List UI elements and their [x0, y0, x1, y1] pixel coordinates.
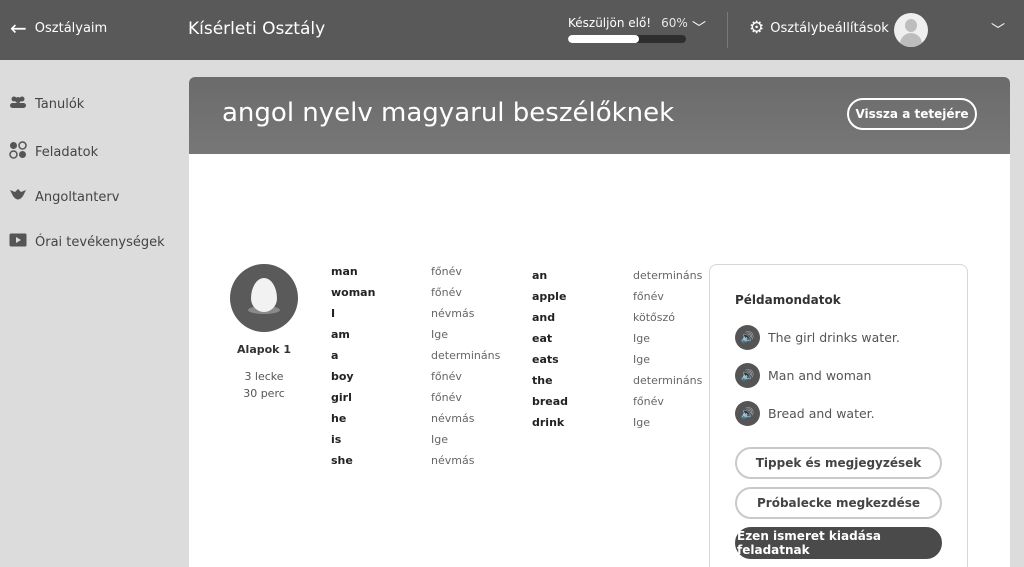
- back-to-top-button[interactable]: Vissza a tetejére: [847, 98, 977, 130]
- chevron-down-icon[interactable]: ﹀: [692, 18, 706, 38]
- part-of-speech: kötőszó: [633, 311, 675, 324]
- progress-indicator[interactable]: Készüljön elő! 60%: [568, 16, 708, 43]
- avatar-head: [905, 19, 917, 32]
- word-list-2: an apple and eat eats the bread drink: [532, 265, 568, 433]
- part-of-speech: Ige: [431, 328, 448, 341]
- example-sentence: 🔊 Man and woman: [735, 363, 871, 388]
- class-settings-button[interactable]: ⚙ Osztálybeállítások: [749, 18, 889, 38]
- top-bar: ← Osztályaim Kísérleti Osztály Készüljön…: [0, 0, 1024, 60]
- skill-card: angol nyelv magyarul beszélőknek Vissza …: [189, 77, 1010, 567]
- word: woman: [331, 286, 376, 299]
- word: he: [331, 412, 347, 425]
- part-of-speech: Ige: [633, 416, 650, 429]
- assign-skill-button[interactable]: Ezen ismeret kiadása feladatnak: [735, 527, 942, 559]
- word: and: [532, 311, 556, 324]
- word: she: [331, 454, 353, 467]
- pos-list-2: determináns főnév kötőszó Ige Ige determ…: [633, 265, 702, 433]
- class-name[interactable]: Kísérleti Osztály: [188, 19, 325, 39]
- word: eats: [532, 353, 559, 366]
- avatar[interactable]: [894, 13, 928, 47]
- word: girl: [331, 391, 352, 404]
- word: apple: [532, 290, 567, 303]
- card-header: angol nyelv magyarul beszélőknek Vissza …: [189, 77, 1010, 154]
- word: eat: [532, 332, 553, 345]
- part-of-speech: determináns: [633, 374, 703, 387]
- progress-bar: [568, 35, 686, 43]
- progress-label: Készüljön elő!: [568, 16, 652, 30]
- sidebar-item-curriculum[interactable]: Angoltanterv: [9, 187, 119, 207]
- word-list-1: man woman I am a boy girl he is she: [331, 261, 375, 471]
- word: am: [331, 328, 350, 341]
- part-of-speech: főnév: [633, 290, 664, 303]
- part-of-speech: névmás: [431, 454, 475, 467]
- word: is: [331, 433, 342, 446]
- part-of-speech: névmás: [431, 307, 475, 320]
- sidebar-item-tasks[interactable]: Feladatok: [9, 141, 98, 163]
- part-of-speech: főnév: [431, 265, 462, 278]
- curriculum-icon: [9, 187, 27, 207]
- skill-icon[interactable]: [230, 264, 298, 332]
- pos-list-1: főnév főnév névmás Ige determináns főnév…: [431, 261, 500, 471]
- word: a: [331, 349, 339, 362]
- skill-meta: 3 lecke 30 perc: [219, 368, 309, 402]
- part-of-speech: főnév: [431, 391, 462, 404]
- tasks-icon: [9, 141, 27, 163]
- lesson-count: 3 lecke: [244, 370, 284, 383]
- word: bread: [532, 395, 569, 408]
- part-of-speech: Ige: [633, 332, 650, 345]
- speaker-icon[interactable]: 🔊: [735, 363, 760, 388]
- sidebar-item-students[interactable]: Tanulók: [9, 95, 84, 113]
- speaker-icon[interactable]: 🔊: [735, 325, 760, 350]
- sidebar-item-label: Feladatok: [35, 144, 99, 160]
- arrow-left-icon: ←: [10, 16, 27, 40]
- settings-label: Osztálybeállítások: [770, 20, 889, 36]
- word: an: [532, 269, 548, 282]
- part-of-speech: főnév: [633, 395, 664, 408]
- example-sentences-panel: Példamondatok 🔊 The girl drinks water. 🔊…: [709, 264, 968, 567]
- progress-percent: 60%: [661, 16, 688, 30]
- start-trial-lesson-button[interactable]: Próbalecke megkezdése: [735, 487, 942, 519]
- part-of-speech: főnév: [431, 286, 462, 299]
- panel-title: Példamondatok: [735, 293, 841, 307]
- duration: 30 perc: [243, 387, 285, 400]
- part-of-speech: főnév: [431, 370, 462, 383]
- avatar-body: [900, 33, 922, 47]
- word: drink: [532, 416, 565, 429]
- back-to-classes-link[interactable]: ← Osztályaim: [10, 16, 108, 40]
- sentence-text: Man and woman: [768, 368, 872, 383]
- sentence-text: Bread and water.: [768, 406, 875, 421]
- part-of-speech: determináns: [633, 269, 703, 282]
- sidebar-item-label: Angoltanterv: [35, 189, 120, 205]
- back-label: Osztályaim: [34, 20, 108, 36]
- sidebar-item-class-activities[interactable]: Órai tevékenységek: [9, 233, 165, 251]
- page-title: angol nyelv magyarul beszélőknek: [222, 98, 675, 128]
- tips-notes-button[interactable]: Tippek és megjegyzések: [735, 447, 942, 479]
- word: man: [331, 265, 358, 278]
- divider: [727, 12, 728, 48]
- sentence-text: The girl drinks water.: [768, 330, 900, 345]
- sidebar-item-label: Tanulók: [35, 96, 85, 112]
- example-sentence: 🔊 Bread and water.: [735, 401, 875, 426]
- word: the: [532, 374, 553, 387]
- part-of-speech: névmás: [431, 412, 475, 425]
- word: boy: [331, 370, 354, 383]
- progress-fill: [568, 35, 639, 43]
- example-sentence: 🔊 The girl drinks water.: [735, 325, 900, 350]
- word: I: [331, 307, 336, 320]
- play-icon: [9, 233, 27, 251]
- egg-icon: [251, 278, 277, 312]
- part-of-speech: Ige: [431, 433, 448, 446]
- part-of-speech: Ige: [633, 353, 650, 366]
- gear-icon: ⚙: [749, 18, 765, 38]
- speaker-icon[interactable]: 🔊: [735, 401, 760, 426]
- skill-name: Alapok 1: [237, 343, 291, 356]
- students-icon: [9, 95, 27, 113]
- chevron-down-icon[interactable]: ﹀: [991, 20, 1005, 40]
- part-of-speech: determináns: [431, 349, 501, 362]
- sidebar-item-label: Órai tevékenységek: [35, 234, 165, 250]
